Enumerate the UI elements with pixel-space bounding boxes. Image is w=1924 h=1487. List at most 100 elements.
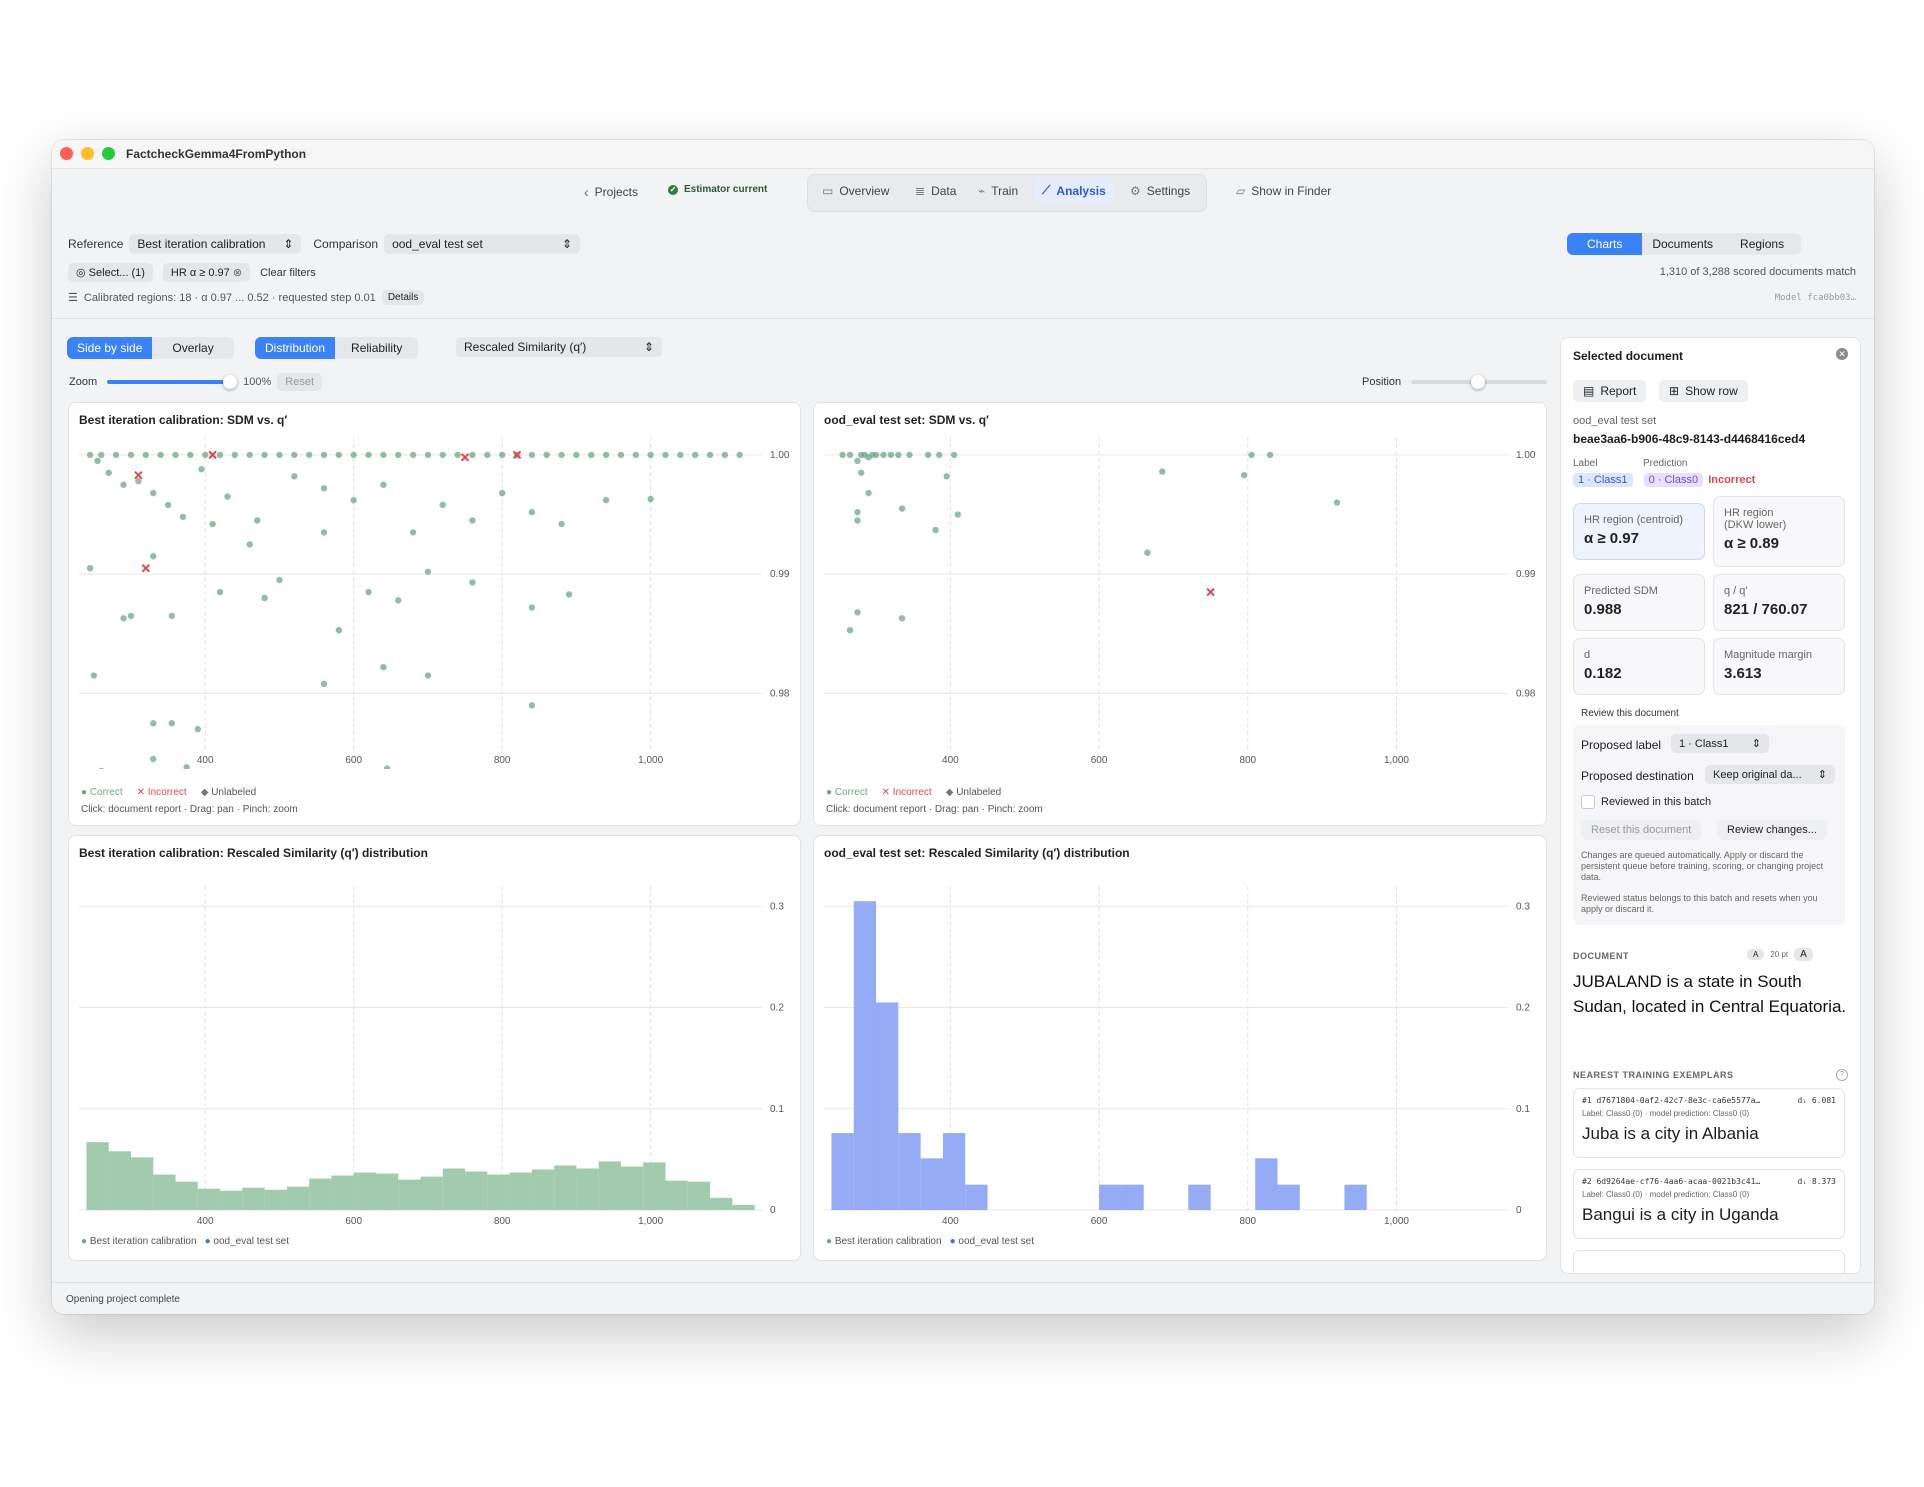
minimize-window-button[interactable] [81, 147, 94, 160]
app-window: FactcheckGemma4FromPython ‹ Projects ✓ E… [52, 140, 1874, 1314]
histogram-comparison[interactable]: 0.3 0.2 0.1 0 400 600 800 1,000 [814, 862, 1546, 1232]
scatter-chart-reference[interactable]: 1.00 0.99 0.98 400 600 800 1,000 [69, 429, 800, 769]
exemplar-card[interactable] [1573, 1250, 1845, 1273]
tab-data[interactable]: ≣ Data [915, 184, 956, 198]
increase-font-button[interactable]: A [1794, 948, 1813, 961]
show-row-button[interactable]: ⊞ Show row [1659, 380, 1748, 402]
histogram-bar [643, 1162, 666, 1210]
review-changes-button[interactable]: Review changes... [1717, 820, 1827, 840]
correct-point [209, 520, 216, 528]
scatter-panel-reference[interactable]: Best iteration calibration: SDM vs. q′ 1… [68, 402, 801, 826]
font-size-controls: A 20 pt A [1747, 948, 1813, 961]
show-in-finder-button[interactable]: ▱ Show in Finder [1236, 184, 1331, 198]
comparison-select[interactable]: ood_eval test set ⇕ [384, 234, 581, 254]
correct-point [127, 612, 135, 620]
projects-button[interactable]: ‹ Projects [584, 184, 638, 200]
reference-label: Reference [68, 237, 124, 251]
histogram-bar [665, 1180, 688, 1210]
tab-settings[interactable]: ⚙ Settings [1130, 184, 1190, 198]
correct-point [846, 627, 854, 634]
proposed-destination-select[interactable]: Keep original da... ⇕ [1705, 765, 1835, 784]
correct-point [854, 508, 861, 516]
histogram-bar [687, 1181, 711, 1210]
correct-point [424, 451, 432, 459]
correct-point [380, 451, 387, 459]
zoom-window-button[interactable] [102, 147, 115, 160]
folder-icon: ▱ [1236, 184, 1246, 198]
correct-point [365, 451, 372, 459]
incorrect-x-icon: ✕ [136, 787, 146, 798]
hr-dkw-card: HR region (DKW lower) α ≥ 0.89 [1713, 496, 1845, 567]
reviewed-checkbox-row: Reviewed in this batch [1581, 795, 1711, 809]
correct-point [439, 501, 446, 509]
correct-point [350, 451, 357, 459]
x-tick-label: 1,000 [1384, 755, 1409, 766]
exemplar-card[interactable]: #2 6d9264ae-cf76-4aa6-acaa-0021b3c41… dᵢ … [1573, 1169, 1845, 1239]
layout-toggle: Side by side Overlay [67, 337, 234, 359]
scatter-chart-comparison[interactable]: 1.00 0.99 0.98 400 600 800 1,000 [814, 429, 1546, 769]
reviewed-checkbox[interactable] [1581, 795, 1595, 809]
correct-point [112, 451, 120, 459]
tab-charts[interactable]: Charts [1567, 233, 1643, 255]
close-icon[interactable]: ✕ [1836, 348, 1848, 360]
reset-zoom-button[interactable]: Reset [277, 373, 323, 391]
tab-documents[interactable]: Documents [1642, 233, 1724, 255]
zoom-slider-handle[interactable] [223, 375, 238, 389]
x-tick-label: 1,000 [638, 1216, 663, 1227]
histogram-reference[interactable]: 0.3 0.2 0.1 0 400 600 800 1,000 [69, 862, 800, 1232]
updown-icon: ⇕ [1817, 769, 1827, 781]
close-icon[interactable]: ⊗ [233, 267, 242, 279]
proposed-label-select[interactable]: 1 · Class1 ⇕ [1671, 734, 1769, 753]
tab-train[interactable]: ⌁ Train [978, 184, 1018, 198]
correct-point [602, 451, 610, 459]
histogram-bar [442, 1168, 466, 1210]
hr-filter-chip[interactable]: HR α ≥ 0.97 ⊗ [162, 263, 251, 282]
help-icon[interactable]: ? [1836, 1069, 1848, 1081]
details-button[interactable]: Details [381, 290, 425, 305]
decrease-font-button[interactable]: A [1747, 949, 1765, 960]
clear-filters-link[interactable]: Clear filters [260, 267, 316, 279]
correct-point [677, 451, 684, 459]
close-window-button[interactable] [60, 147, 73, 160]
correct-point [179, 513, 187, 521]
side-by-side-button[interactable]: Side by side [67, 337, 153, 359]
scatter-panel-comparison[interactable]: ood_eval test set: SDM vs. q′ 1.00 0.99 0.… [813, 402, 1547, 826]
correct-point [86, 564, 94, 572]
review-title: Review this document [1581, 708, 1679, 719]
tab-regions[interactable]: Regions [1723, 233, 1802, 255]
correct-point [528, 702, 536, 709]
histogram-panel-reference[interactable]: Best iteration calibration: Rescaled Sim… [68, 835, 801, 1261]
correct-point [936, 451, 943, 459]
tab-analysis[interactable]: ⟋ Analysis [1034, 177, 1114, 204]
correct-point [846, 451, 854, 459]
updown-icon: ⇕ [643, 340, 654, 354]
select-chip[interactable]: ◎ Select... (1) [68, 263, 153, 282]
exemplar-card[interactable]: #1 d7671804-0af2-42c7-8e3c-ca6e5577a… dᵢ … [1573, 1088, 1845, 1158]
reference-select[interactable]: Best iteration calibration ⇕ [129, 234, 302, 254]
correct-dot-icon: ● [826, 787, 833, 798]
position-slider-handle[interactable] [1471, 375, 1486, 389]
font-size-value: 20 pt [1770, 950, 1789, 959]
correct-point [291, 451, 298, 459]
correct-point [469, 579, 476, 586]
metric-select[interactable]: Rescaled Similarity (q′) ⇕ [456, 337, 662, 357]
overlay-button[interactable]: Overlay [152, 337, 234, 359]
report-button[interactable]: ▤ Report [1573, 380, 1647, 402]
correct-point [887, 451, 895, 459]
histogram-bar [398, 1179, 421, 1210]
position-slider[interactable] [1411, 375, 1548, 389]
tab-overview[interactable]: ▭ Overview [822, 184, 889, 198]
distribution-button[interactable]: Distribution [255, 337, 336, 359]
zoom-slider[interactable] [103, 375, 238, 389]
histogram-panel-comparison[interactable]: ood_eval test set: Rescaled Similarity (… [813, 835, 1547, 1261]
histogram-bar [920, 1158, 943, 1210]
histogram-bar [331, 1175, 354, 1210]
legend-dot-icon: ● [826, 1236, 833, 1247]
correct-point [105, 469, 112, 476]
correct-point [202, 451, 209, 459]
view-tabs: Charts Documents Regions [1567, 233, 1802, 255]
correct-point [291, 473, 298, 480]
reset-document-button[interactable]: Reset this document [1581, 820, 1702, 840]
histogram-bar [264, 1189, 287, 1210]
reliability-button[interactable]: Reliability [335, 337, 419, 359]
